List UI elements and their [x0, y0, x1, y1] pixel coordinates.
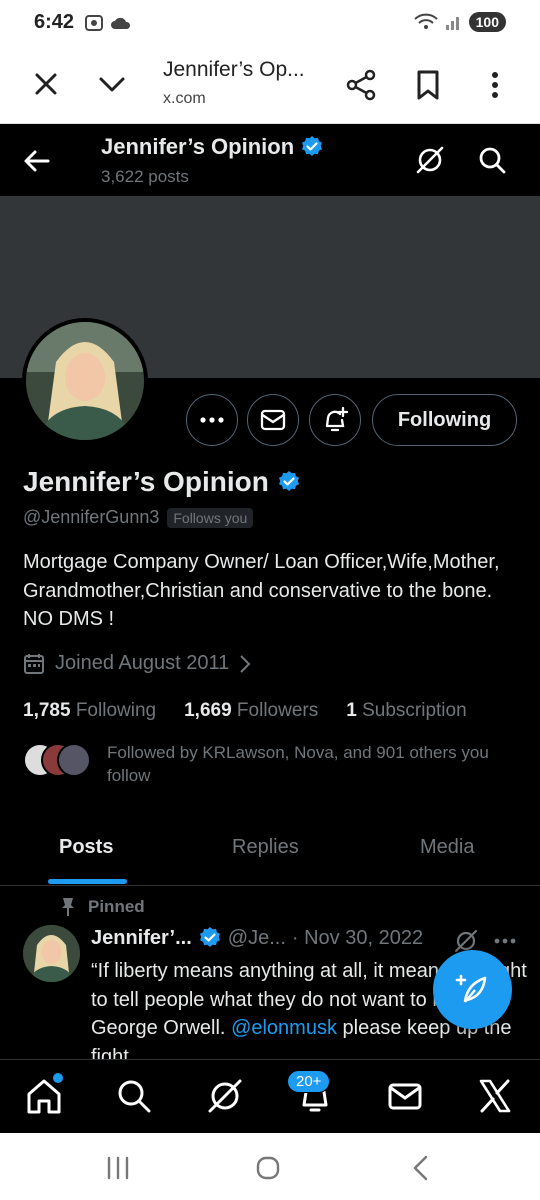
- mutual-avatars: [23, 741, 93, 779]
- followed-by-row[interactable]: Followed by KRLawson, Nova, and 901 othe…: [23, 741, 523, 787]
- feather-plus-icon: [455, 974, 486, 1003]
- tweet-date[interactable]: · Nov 30, 2022: [292, 927, 423, 950]
- status-notification-icons: [84, 13, 132, 33]
- pin-icon: [62, 898, 74, 916]
- tweet-handle: @Je...: [227, 926, 286, 949]
- profile-handle: @JenniferGunn3: [23, 507, 160, 527]
- tweet-avatar[interactable]: [23, 925, 80, 982]
- mutual-avatar: [57, 743, 91, 777]
- search-icon[interactable]: [476, 144, 508, 176]
- followers-label: Followers: [236, 700, 319, 721]
- status-right-icons: 100: [413, 12, 506, 32]
- joined-date[interactable]: Joined August 2011: [23, 652, 251, 675]
- following-count: 1,785: [23, 700, 71, 721]
- verified-badge-icon: [302, 136, 323, 156]
- share-icon[interactable]: [344, 68, 378, 102]
- profile-tabs: Posts Replies Media: [0, 812, 540, 886]
- recent-apps-icon[interactable]: [103, 1153, 133, 1183]
- tab-replies[interactable]: Replies: [232, 836, 299, 859]
- header-title: Jennifer’s Opinion: [101, 134, 324, 160]
- search-icon[interactable]: [114, 1076, 154, 1116]
- more-horizontal-icon: [200, 417, 224, 423]
- signal-icon: [445, 17, 459, 30]
- bookmark-icon[interactable]: [412, 68, 444, 102]
- message-button[interactable]: [247, 394, 299, 446]
- wifi-icon: [413, 13, 438, 29]
- more-vertical-icon[interactable]: [480, 68, 510, 102]
- profile-stats: 1,785 Following 1,669 Followers 1 Subscr…: [23, 700, 467, 722]
- subscription-label: Subscription: [362, 700, 467, 721]
- joined-text: Joined August 2011: [55, 652, 230, 674]
- status-time: 6:42: [34, 11, 75, 33]
- following-stat[interactable]: 1,785 Following: [23, 700, 156, 722]
- calendar-icon: [24, 653, 44, 674]
- home-button-icon[interactable]: [253, 1153, 283, 1183]
- cloud-icon: [111, 17, 131, 29]
- x-logo-icon[interactable]: [475, 1076, 515, 1116]
- tweet-author[interactable]: Jennifer’...: [91, 927, 192, 950]
- follows-you-badge: Follows you: [167, 507, 254, 528]
- more-horizontal-icon[interactable]: [492, 928, 518, 954]
- pinned-label: Pinned: [88, 897, 145, 916]
- profile-avatar[interactable]: [22, 318, 148, 444]
- browser-url: x.com: [163, 90, 206, 107]
- browser-page-title: Jennifer’s Op...: [163, 58, 305, 81]
- chevron-down-icon[interactable]: [96, 68, 128, 100]
- grok-icon[interactable]: [414, 144, 446, 176]
- home-unread-dot: [53, 1073, 63, 1083]
- back-icon[interactable]: [406, 1153, 436, 1183]
- followers-count: 1,669: [184, 700, 232, 721]
- active-tab-indicator: [48, 879, 127, 884]
- mail-icon: [260, 409, 286, 431]
- subscription-count: 1: [346, 700, 357, 721]
- verified-badge-icon[interactable]: [277, 470, 301, 494]
- back-arrow-icon[interactable]: [22, 146, 52, 176]
- bottom-navigation: 20+: [0, 1059, 540, 1133]
- grok-icon[interactable]: [205, 1076, 245, 1116]
- bell-plus-icon: [325, 406, 349, 432]
- following-label: Following: [75, 700, 157, 721]
- header-post-count: 3,622 posts: [101, 167, 189, 186]
- compose-post-button[interactable]: [433, 950, 512, 1029]
- followers-stat[interactable]: 1,669 Followers: [184, 700, 318, 722]
- close-icon[interactable]: [30, 68, 62, 100]
- mail-icon[interactable]: [385, 1076, 425, 1116]
- header-name-text: Jennifer’s Opinion: [101, 134, 295, 159]
- status-bar: 6:42 100: [0, 0, 540, 46]
- notification-badge: 20+: [287, 1070, 331, 1093]
- verified-badge-icon: [199, 927, 220, 947]
- tab-media[interactable]: Media: [420, 836, 474, 859]
- more-options-button[interactable]: [186, 394, 238, 446]
- tweet-header: Jennifer’... @Je... · Nov 30, 2022: [91, 926, 423, 950]
- battery-indicator: 100: [468, 12, 506, 32]
- profile-header-bar: Jennifer’s Opinion 3,622 posts: [0, 124, 540, 196]
- screenshot-icon: [85, 15, 103, 31]
- profile-name: Jennifer’s Opinion: [23, 466, 301, 498]
- tab-posts[interactable]: Posts: [59, 836, 113, 859]
- pinned-label-row: Pinned: [60, 897, 145, 917]
- followed-by-text: Followed by KRLawson, Nova, and 901 othe…: [107, 743, 489, 785]
- browser-toolbar: Jennifer’s Op... x.com: [0, 46, 540, 124]
- profile-handle-row: @JenniferGunn3 Follows you: [23, 507, 254, 528]
- chevron-right-icon: [240, 654, 251, 673]
- subscription-stat[interactable]: 1 Subscription: [346, 700, 466, 722]
- profile-bio: Mortgage Company Owner/ Loan Officer,Wif…: [23, 551, 500, 630]
- tweet-mention[interactable]: @elonmusk: [231, 1017, 337, 1039]
- notify-button[interactable]: [309, 394, 361, 446]
- android-navigation-bar: [0, 1133, 540, 1200]
- following-button[interactable]: Following: [372, 394, 517, 446]
- profile-name-text: Jennifer’s Opinion: [23, 466, 269, 497]
